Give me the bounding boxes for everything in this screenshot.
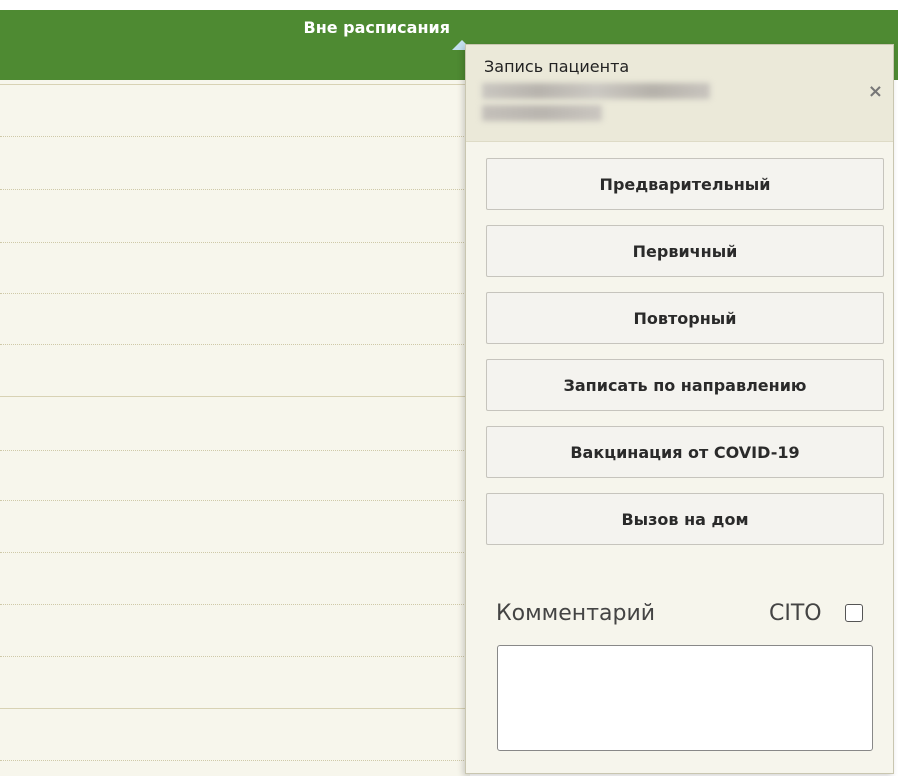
- repeat-visit-button[interactable]: Повторный: [486, 292, 884, 344]
- schedule-grid-top-line: [0, 84, 470, 85]
- schedule-row-divider: [0, 500, 470, 501]
- home-visit-button[interactable]: Вызов на дом: [486, 493, 884, 545]
- schedule-row-divider: [0, 656, 470, 657]
- comment-textarea[interactable]: [497, 645, 873, 751]
- cito-checkbox[interactable]: [845, 604, 863, 622]
- covid-vaccination-button[interactable]: Вакцинация от COVID-19: [486, 426, 884, 478]
- patient-info-redacted: [482, 105, 602, 121]
- schedule-row-divider: [0, 242, 470, 243]
- schedule-row-divider: [0, 344, 470, 345]
- schedule-row-divider: [0, 396, 470, 397]
- schedule-row-divider: [0, 450, 470, 451]
- schedule-row-divider: [0, 136, 470, 137]
- schedule-grid: [0, 80, 470, 776]
- cito-label: CITO: [769, 601, 822, 626]
- schedule-row-divider: [0, 293, 470, 294]
- schedule-row-divider: [0, 189, 470, 190]
- schedule-row-divider: [0, 708, 470, 709]
- referral-appointment-button[interactable]: Записать по направлению: [486, 359, 884, 411]
- patient-name-redacted: [482, 83, 710, 99]
- popup-title: Запись пациента: [484, 57, 630, 76]
- preliminary-button[interactable]: Предварительный: [486, 158, 884, 210]
- schedule-header-title: Вне расписания: [303, 18, 451, 37]
- primary-visit-button[interactable]: Первичный: [486, 225, 884, 277]
- popup-header: Запись пациента ×: [466, 45, 893, 142]
- schedule-row-divider: [0, 760, 470, 761]
- schedule-row-divider: [0, 604, 470, 605]
- comment-label: Комментарий: [496, 601, 656, 626]
- close-icon[interactable]: ×: [868, 81, 883, 102]
- schedule-row-divider: [0, 552, 470, 553]
- patient-appointment-popup: Запись пациента × Предварительный Первич…: [465, 44, 894, 774]
